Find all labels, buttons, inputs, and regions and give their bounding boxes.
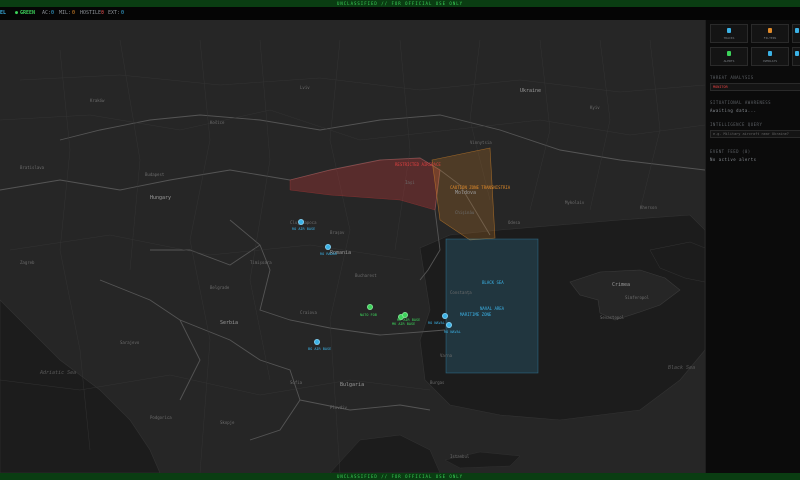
city-label-sarajevo: Sarajevo [120, 340, 140, 345]
more-button[interactable] [792, 24, 800, 43]
sea-label-black-sea: Black Sea [668, 365, 696, 371]
marker-ro-radar[interactable] [325, 244, 331, 250]
city-label-simferopol: Simferopol [625, 295, 650, 300]
marker-label: RO RADAR [320, 252, 337, 256]
country-label-ukraine: Ukraine [520, 88, 542, 94]
status-dot-icon: ● [15, 10, 19, 16]
map-view[interactable]: Ukraine Moldova Romania Bulgaria Serbia … [0, 20, 705, 473]
threat-analysis-heading: THREAT ANALYSIS [710, 75, 754, 80]
zone-label-black-sea: BLACK SEA [482, 280, 504, 285]
city-label-timisoara: Timișoara [250, 260, 272, 265]
zone-label-naval: NAVAL AREA [480, 306, 505, 311]
marker-nato-fob[interactable] [367, 304, 373, 310]
city-label-craiova: Craiova [300, 310, 317, 315]
city-label-kosice: Košice [210, 120, 225, 125]
filters-button-label: FILTERS [763, 36, 777, 40]
zone-label-maritime: MARITIME ZONE [460, 312, 492, 317]
city-label-bucharest: Bucharest [355, 273, 377, 278]
event-feed-empty: No active alerts [710, 157, 757, 162]
tracks-button[interactable]: TRACKS [710, 24, 748, 43]
mil-label: MIL: [59, 10, 72, 16]
situational-awareness-text: Awaiting data... [710, 108, 757, 113]
country-label-hungary: Hungary [150, 195, 172, 201]
intelligence-query-input[interactable]: e.g. Military aircraft near Ukraine? [710, 130, 800, 138]
city-label-chisinau: Chișinău [455, 210, 475, 215]
country-label-serbia: Serbia [220, 320, 239, 326]
city-label-podgorica: Podgorica [150, 415, 172, 420]
zone-label-restricted: RESTRICTED AIRSPACE [395, 162, 441, 167]
city-label-skopje: Skopje [220, 420, 235, 425]
city-label-brasov: Brașov [330, 230, 345, 235]
alert-icon [727, 51, 731, 56]
city-label-kyiv: Kyiv [590, 105, 600, 110]
city-label-plovdiv: Plovdiv [330, 405, 347, 410]
city-label-belgrade: Belgrade [210, 285, 230, 290]
marker-ro-naval[interactable] [446, 322, 452, 328]
city-label-budapest: Budapest [145, 172, 165, 177]
city-label-sofia: Sofia [290, 380, 303, 385]
city-label-lviv: Lviv [300, 85, 310, 90]
ext-label: EXT: [108, 10, 121, 16]
city-label-zagreb: Zagreb [20, 260, 35, 265]
city-label-constanta: Constanța [450, 290, 472, 295]
marker-label: MK AIR BASE [397, 318, 421, 322]
alerts-button-label: ALERTS [723, 59, 735, 63]
marker-ro-air-base[interactable] [298, 219, 304, 225]
marker-label: RO NAVAL [444, 330, 461, 334]
zone-label-caution: CAUTION ZONE TRANSNISTRIA [450, 185, 511, 190]
country-label-moldova: Moldova [455, 190, 477, 196]
situational-awareness-heading: SITUATIONAL AWARENESS [710, 100, 772, 105]
marker-ro-naval[interactable] [442, 313, 448, 319]
radar-icon [727, 28, 731, 33]
city-label-sevastopol: Sevastopol [600, 315, 625, 320]
marker-bg-air-base[interactable] [314, 339, 320, 345]
city-label-varna: Varna [440, 353, 453, 358]
marker-label: BG AIR BASE [308, 347, 332, 351]
tracks-button-label: TRACKS [723, 36, 735, 40]
city-label-mykolaiv: Mykolaiv [565, 200, 585, 205]
city-label-bratislava: Bratislava [20, 165, 45, 170]
sea-label-adriatic: Adriatic Sea [40, 370, 77, 376]
threat-level-select[interactable]: MONITOR [710, 83, 800, 91]
overlays-button[interactable]: OVERLAYS [751, 47, 789, 66]
city-label-vinnytsia: Vinnytsia [470, 140, 492, 145]
country-label-bulgaria: Bulgaria [340, 382, 365, 388]
classification-banner-bottom: UNCLASSIFIED // FOR OFFICIAL USE ONLY [0, 473, 800, 480]
classification-banner-top: UNCLASSIFIED // FOR OFFICIAL USE ONLY [0, 0, 800, 7]
more-button[interactable] [792, 47, 800, 66]
alerts-button[interactable]: ALERTS [710, 47, 748, 66]
city-label-kherson: Kherson [640, 205, 657, 210]
hostile-count: 0 [101, 10, 105, 16]
city-label-burgas: Burgas [430, 380, 445, 385]
layers-icon [768, 51, 772, 56]
more-icon [794, 28, 799, 33]
side-panel: TRACKS FILTERS ALERTS OVERLAYS THREAT AN… [705, 20, 800, 473]
ac-label: AC: [42, 10, 52, 16]
city-label-istanbul: Istanbul [450, 454, 470, 459]
marker-label: NATO FOB [360, 313, 377, 317]
marker-label: MK AIR BASE [392, 322, 416, 326]
city-label-odesa: Odesa [508, 220, 521, 225]
city-label-krakow: Kraków [90, 98, 105, 103]
marker-label: RO AIR BASE [292, 227, 316, 231]
app-title-fragment: EL [0, 10, 7, 16]
mil-count: 0 [72, 10, 76, 16]
overlays-button-label: OVERLAYS [762, 59, 778, 63]
intelligence-query-heading: INTELLIGENCE QUERY [710, 122, 763, 127]
city-label-iasi: Iași [405, 180, 415, 185]
status-bar: EL ● GREEN AC: 0 MIL: 0 HOSTILE: 0 EXT: … [0, 7, 800, 21]
ac-count: 0 [51, 10, 55, 16]
ext-count: 0 [121, 10, 125, 16]
filters-button[interactable]: FILTERS [751, 24, 789, 43]
marker-label: RO NAVAL [428, 321, 445, 325]
threat-status: GREEN [20, 10, 36, 16]
more-icon [794, 51, 799, 56]
region-label-crimea: Crimea [612, 282, 631, 288]
map-base-layer [0, 20, 705, 473]
filter-icon [768, 28, 772, 33]
event-feed-heading: EVENT FEED (0) [710, 149, 751, 154]
